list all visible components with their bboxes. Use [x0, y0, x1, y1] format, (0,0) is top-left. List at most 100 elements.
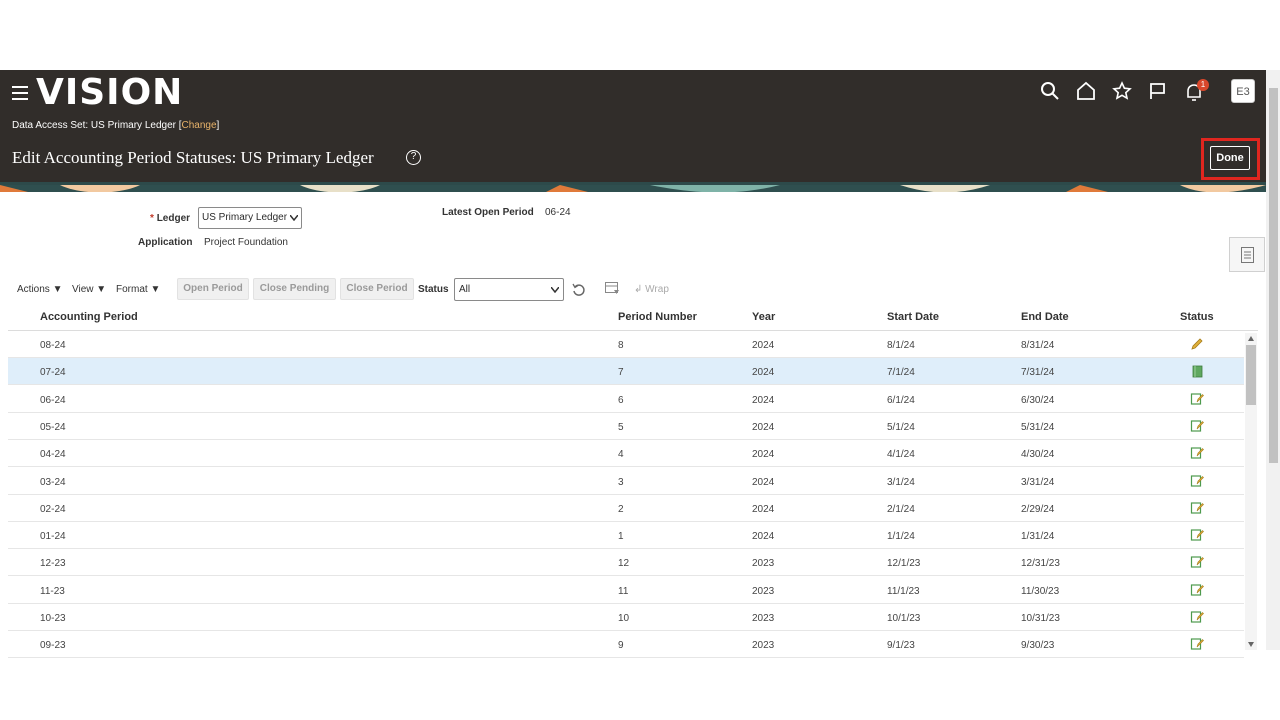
cell-year: 2023 [752, 640, 775, 652]
cell-start-date: 7/1/24 [887, 367, 915, 379]
refresh-icon[interactable] [572, 283, 586, 297]
cell-start-date: 3/1/24 [887, 476, 915, 488]
wrap-icon: ↲ [634, 284, 643, 295]
format-menu[interactable]: Format ▼ [116, 284, 160, 295]
scroll-up-icon[interactable] [1248, 336, 1254, 341]
table-row[interactable]: 04-24 4 2024 4/1/24 4/30/24 [8, 440, 1244, 468]
edit-pencil-icon[interactable] [1190, 337, 1204, 351]
status-filter-select[interactable]: All [454, 278, 564, 301]
cell-start-date: 10/1/23 [887, 613, 921, 624]
avatar[interactable]: E3 [1231, 79, 1255, 103]
cell-end-date: 9/30/23 [1021, 640, 1055, 652]
edit-note-icon[interactable] [1190, 610, 1204, 624]
close-pending-button[interactable]: Close Pending [253, 278, 336, 300]
edit-note-icon[interactable] [1190, 419, 1204, 433]
chevron-down-icon [551, 287, 559, 293]
view-menu[interactable]: View ▼ [72, 284, 106, 295]
document-icon [1241, 247, 1254, 263]
side-panel-toggle[interactable] [1229, 237, 1265, 272]
table-row[interactable]: 06-24 6 2024 6/1/24 6/30/24 [8, 386, 1244, 413]
freeze-column-icon[interactable] [605, 282, 620, 296]
edit-note-icon[interactable] [1190, 637, 1204, 651]
cell-end-date: 10/31/23 [1021, 613, 1060, 624]
cell-start-date: 4/1/24 [887, 449, 915, 461]
table-row[interactable]: 05-24 5 2024 5/1/24 5/31/24 [8, 413, 1244, 440]
ledger-label-text: Ledger [156, 213, 191, 224]
table-row[interactable]: 03-24 3 2024 3/1/24 3/31/24 [8, 468, 1244, 495]
open-book-icon[interactable] [1190, 364, 1204, 378]
cell-accounting-period: 03-24 [40, 476, 66, 488]
table-row[interactable]: 08-24 8 2024 8/1/24 8/31/24 [8, 331, 1244, 358]
cell-period-number: 6 [618, 394, 624, 406]
cell-period-number: 3 [618, 476, 624, 488]
col-year[interactable]: Year [752, 311, 775, 323]
application-label: Application [138, 237, 193, 248]
cell-accounting-period: 07-24 [40, 367, 66, 379]
edit-note-icon[interactable] [1190, 501, 1204, 515]
help-icon[interactable]: ? [406, 150, 421, 165]
scroll-down-icon[interactable] [1248, 642, 1254, 647]
done-button[interactable]: Done [1210, 146, 1250, 170]
actions-menu[interactable]: Actions ▼ [17, 284, 62, 295]
open-period-button[interactable]: Open Period [177, 278, 249, 300]
flag-icon[interactable] [1148, 81, 1168, 101]
cell-end-date: 3/31/24 [1021, 476, 1055, 488]
col-period-number[interactable]: Period Number [618, 311, 697, 323]
cell-period-number: 4 [618, 449, 624, 461]
cell-end-date: 6/30/24 [1021, 394, 1055, 406]
edit-note-icon[interactable] [1190, 555, 1204, 569]
star-icon[interactable] [1112, 81, 1132, 101]
table-row[interactable]: 09-23 9 2023 9/1/23 9/30/23 [8, 631, 1244, 659]
cell-start-date: 9/1/23 [887, 640, 915, 652]
wrap-toggle[interactable]: ↲ Wrap [634, 284, 669, 295]
cell-year: 2023 [752, 558, 775, 570]
home-icon[interactable] [1076, 81, 1096, 101]
col-start-date[interactable]: Start Date [887, 311, 939, 323]
close-period-button[interactable]: Close Period [340, 278, 414, 300]
edit-note-icon[interactable] [1190, 528, 1204, 542]
col-status[interactable]: Status [1180, 311, 1214, 323]
edit-note-icon[interactable] [1190, 392, 1204, 406]
table-row[interactable]: 02-24 2 2024 2/1/24 2/29/24 [8, 495, 1244, 522]
table-row[interactable]: 10-23 10 2023 10/1/23 10/31/23 [8, 604, 1244, 631]
cell-year: 2023 [752, 613, 775, 624]
cell-year: 2024 [752, 449, 775, 461]
status-filter-label: Status [418, 284, 449, 295]
cell-end-date: 4/30/24 [1021, 449, 1055, 461]
menu-icon[interactable] [12, 86, 28, 100]
data-access-set: Data Access Set: US Primary Ledger [Chan… [12, 120, 219, 131]
actions-label: Actions [17, 284, 50, 295]
cell-start-date: 12/1/23 [887, 558, 921, 570]
search-icon[interactable] [1040, 81, 1060, 101]
edit-note-icon[interactable] [1190, 583, 1204, 597]
cell-end-date: 11/30/23 [1021, 585, 1060, 597]
cell-start-date: 6/1/24 [887, 394, 915, 406]
table-scroll-thumb[interactable] [1246, 345, 1256, 405]
table-row[interactable]: 11-23 11 2023 11/1/23 11/30/23 [8, 577, 1244, 604]
vision-logo[interactable]: VISION [36, 72, 183, 113]
table-row[interactable]: 07-24 7 2024 7/1/24 7/31/24 [8, 358, 1244, 386]
chevron-down-icon [290, 215, 298, 221]
page-title: Edit Accounting Period Statuses: US Prim… [12, 148, 374, 167]
table-row[interactable]: 12-23 12 2023 12/1/23 12/31/23 [8, 549, 1244, 577]
cell-accounting-period: 11-23 [40, 585, 65, 597]
cell-year: 2024 [752, 367, 775, 379]
ledger-select[interactable]: US Primary Ledger [198, 207, 302, 229]
wrap-label: Wrap [645, 284, 669, 295]
cell-accounting-period: 04-24 [40, 449, 66, 461]
table-row[interactable]: 01-24 1 2024 1/1/24 1/31/24 [8, 522, 1244, 550]
window-scroll-thumb[interactable] [1269, 88, 1278, 463]
cell-accounting-period: 10-23 [40, 613, 66, 624]
change-link[interactable]: Change [182, 120, 217, 131]
col-accounting-period[interactable]: Accounting Period [40, 311, 138, 323]
cell-year: 2024 [752, 531, 775, 543]
cell-start-date: 5/1/24 [887, 421, 915, 433]
format-label: Format [116, 284, 148, 295]
cell-accounting-period: 12-23 [40, 558, 66, 570]
edit-note-icon[interactable] [1190, 474, 1204, 488]
cell-year: 2024 [752, 340, 775, 351]
cell-accounting-period: 06-24 [40, 394, 66, 406]
edit-note-icon[interactable] [1190, 446, 1204, 460]
col-end-date[interactable]: End Date [1021, 311, 1069, 323]
caret-down-icon: ▼ [52, 284, 63, 295]
